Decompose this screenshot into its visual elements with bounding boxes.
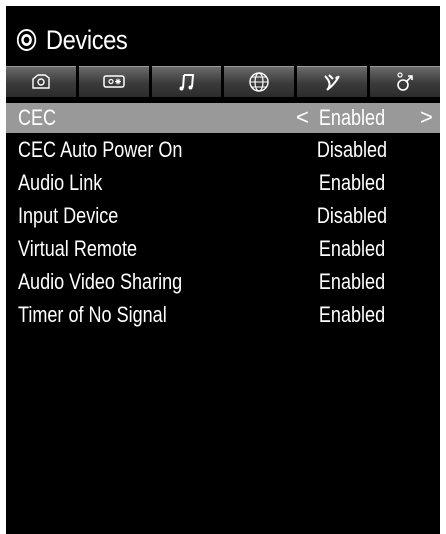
setting-row-timer-of-no-signal[interactable]: Timer of No Signal Enabled <box>6 298 440 331</box>
setting-label: CEC <box>18 105 57 130</box>
setting-label: CEC Auto Power On <box>18 136 183 162</box>
gear-icon <box>16 28 37 52</box>
tab-system[interactable] <box>370 66 440 97</box>
setting-value: Disabled <box>316 202 388 228</box>
setting-value: Enabled <box>318 268 386 294</box>
music-note-icon <box>178 72 196 92</box>
setting-label: Timer of No Signal <box>18 301 167 327</box>
settings-list: CEC < Enabled > CEC Auto Power On Disabl… <box>6 103 440 331</box>
setting-row-audio-video-sharing[interactable]: Audio Video Sharing Enabled <box>6 265 440 298</box>
devices-menu-panel: Devices CEC < Enabled > CEC Auto Power O… <box>6 6 440 534</box>
setting-value: Disabled <box>316 136 388 162</box>
tab-picture[interactable] <box>6 66 76 97</box>
next-value-arrow[interactable]: > <box>420 104 433 130</box>
setting-row-audio-link[interactable]: Audio Link Enabled <box>6 166 440 199</box>
previous-value-arrow[interactable]: < <box>296 104 309 130</box>
menu-header: Devices <box>16 20 128 60</box>
setting-row-cec[interactable]: CEC < Enabled > <box>6 103 440 133</box>
tab-screen[interactable] <box>78 66 149 97</box>
gender-symbol-icon <box>395 71 415 93</box>
setting-row-input-device[interactable]: Input Device Disabled <box>6 199 440 232</box>
tab-satellite[interactable] <box>297 66 368 97</box>
satellite-icon <box>321 72 343 92</box>
setting-label: Virtual Remote <box>18 235 137 261</box>
setting-value: Enabled <box>318 105 386 130</box>
setting-row-virtual-remote[interactable]: Virtual Remote Enabled <box>6 232 440 265</box>
camera-icon <box>30 73 52 91</box>
screen-setting-icon <box>102 74 126 90</box>
tab-sound[interactable] <box>151 66 222 97</box>
setting-label: Input Device <box>18 202 119 228</box>
category-tabs <box>6 66 440 97</box>
setting-label: Audio Link <box>18 169 103 195</box>
setting-row-cec-auto-power-on[interactable]: CEC Auto Power On Disabled <box>6 133 440 166</box>
setting-value: Enabled <box>318 169 386 195</box>
setting-value: Enabled <box>318 301 386 327</box>
globe-icon <box>248 71 270 93</box>
setting-value: Enabled <box>318 235 386 261</box>
page-title: Devices <box>45 24 128 55</box>
setting-label: Audio Video Sharing <box>18 268 183 294</box>
tab-network[interactable] <box>224 66 295 97</box>
